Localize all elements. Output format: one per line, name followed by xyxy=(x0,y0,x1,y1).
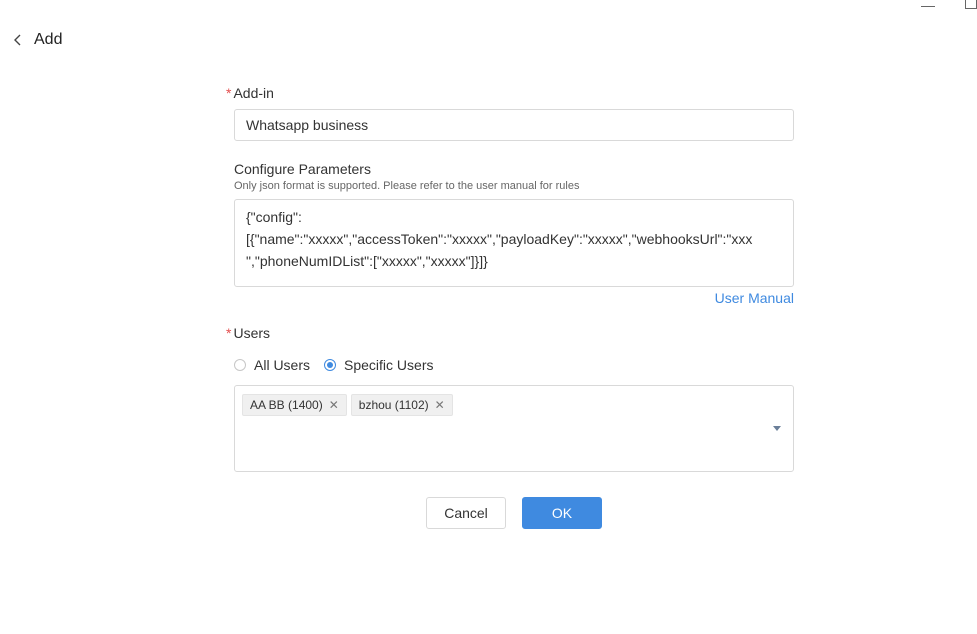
back-button[interactable] xyxy=(10,32,26,48)
user-tag-label: bzhou (1102) xyxy=(358,398,429,412)
addin-value: Whatsapp business xyxy=(246,117,369,133)
users-select[interactable]: AA BB (1400) ✕ bzhou (1102) ✕ xyxy=(234,385,794,472)
caret-down-icon[interactable] xyxy=(773,426,781,431)
addin-field[interactable]: Whatsapp business xyxy=(234,109,794,141)
selected-users: AA BB (1400) ✕ bzhou (1102) ✕ xyxy=(242,394,786,416)
radio-label: Specific Users xyxy=(344,357,434,373)
user-manual-link[interactable]: User Manual xyxy=(715,290,794,306)
chevron-left-icon xyxy=(14,34,21,46)
radio-unchecked-icon xyxy=(234,359,246,371)
maximize-icon[interactable] xyxy=(965,0,977,9)
radio-checked-icon xyxy=(324,359,337,371)
addin-label: * Add-in xyxy=(226,85,274,101)
required-mark: * xyxy=(226,85,232,101)
cancel-button[interactable]: Cancel xyxy=(426,497,506,529)
radio-all-users[interactable]: All Users xyxy=(234,357,310,373)
user-tag: bzhou (1102) ✕ xyxy=(350,394,453,416)
window-controls xyxy=(917,0,977,14)
user-tag-label: AA BB (1400) xyxy=(250,398,323,412)
required-mark: * xyxy=(226,325,232,341)
minimize-icon[interactable] xyxy=(921,6,935,7)
page-title: Add xyxy=(34,31,63,48)
close-icon[interactable]: ✕ xyxy=(329,398,339,412)
users-radio-group: All Users Specific Users xyxy=(234,357,447,373)
radio-label: All Users xyxy=(254,357,311,373)
page-header: Add xyxy=(0,24,62,56)
radio-specific-users[interactable]: Specific Users xyxy=(324,357,433,373)
user-tag: AA BB (1400) ✕ xyxy=(242,394,347,416)
close-icon[interactable]: ✕ xyxy=(435,398,445,412)
params-hint: Only json format is supported. Please re… xyxy=(234,180,580,192)
params-textarea[interactable]: {"config": [{"name":"xxxxx","accessToken… xyxy=(234,199,794,287)
ok-button[interactable]: OK xyxy=(522,497,602,529)
params-label: Configure Parameters xyxy=(234,161,371,177)
users-label: * Users xyxy=(226,325,271,341)
